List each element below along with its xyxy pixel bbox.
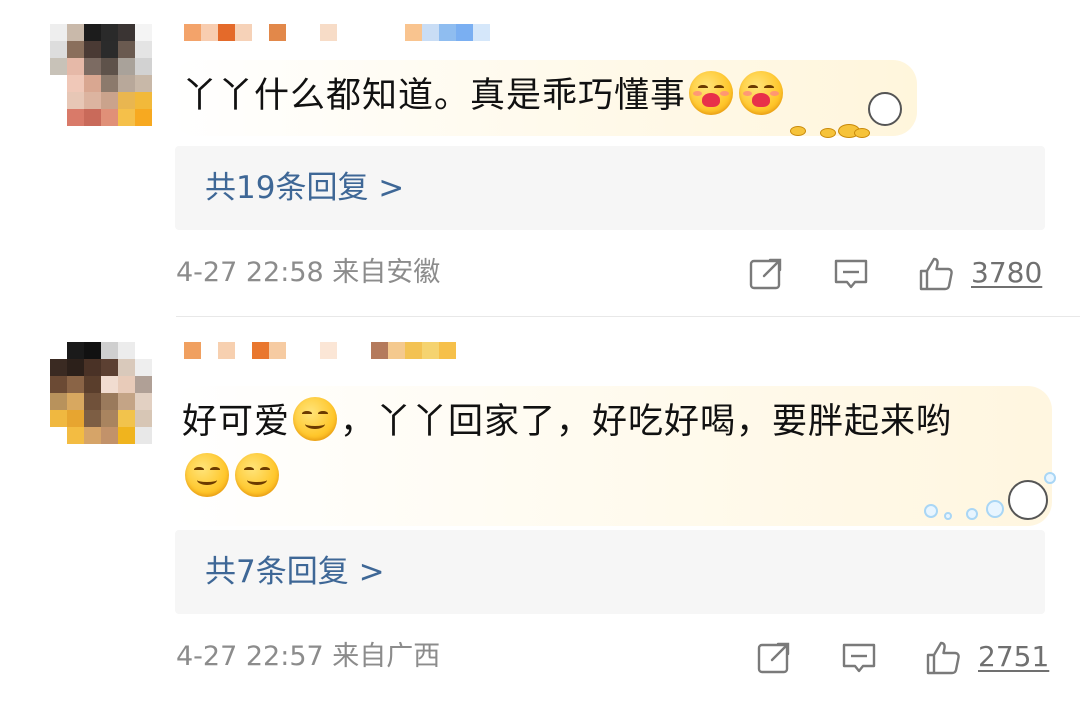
hug-emoji-icon bbox=[739, 71, 784, 115]
smile-emoji-icon bbox=[185, 453, 229, 497]
comment-text-body: 丫丫什么都知道。真是乖巧懂事 bbox=[182, 76, 687, 116]
username[interactable] bbox=[184, 24, 490, 58]
comment-item: 好可爱 ，丫丫回家了，好吃好喝，要胖起来哟 共7条回复 > 4-27 22:57 … bbox=[0, 318, 1080, 701]
hug-emoji-icon bbox=[689, 71, 734, 115]
thumbs-up-icon[interactable] bbox=[918, 256, 954, 292]
replies-label: 共7条回复 > bbox=[205, 554, 385, 590]
smile-emoji-icon bbox=[293, 397, 338, 441]
avatar[interactable] bbox=[50, 24, 152, 126]
replies-link[interactable]: 共19条回复 > bbox=[175, 146, 1045, 230]
thumbs-up-icon[interactable] bbox=[925, 640, 961, 676]
share-icon[interactable] bbox=[748, 256, 784, 292]
comment-item: 丫丫什么都知道。真是乖巧懂事 共19条回复 > 4-27 22:58 来自安徽 … bbox=[0, 0, 1080, 318]
share-icon[interactable] bbox=[756, 640, 792, 676]
comment-icon[interactable] bbox=[833, 256, 869, 292]
smile-emoji-icon bbox=[235, 453, 279, 497]
comment-text: 丫丫什么都知道。真是乖巧懂事 bbox=[182, 68, 786, 124]
username[interactable] bbox=[184, 342, 456, 376]
comment-text-body-continued: ，丫丫回家了，好吃好喝，要胖起来哟 bbox=[340, 402, 953, 442]
avatar[interactable] bbox=[50, 342, 152, 444]
replies-link[interactable]: 共7条回复 > bbox=[175, 530, 1045, 614]
like-count[interactable]: 3780 bbox=[971, 254, 1042, 292]
bubble-decoration-icon bbox=[790, 88, 920, 140]
comment-actions: 2751 bbox=[0, 636, 1080, 680]
replies-label: 共19条回复 > bbox=[205, 170, 405, 206]
comment-text: 好可爱 ，丫丫回家了，好吃好喝，要胖起来哟 bbox=[182, 394, 1032, 506]
comment-actions: 3780 bbox=[0, 252, 1080, 296]
divider bbox=[176, 316, 1080, 317]
comment-icon[interactable] bbox=[841, 640, 877, 676]
like-count[interactable]: 2751 bbox=[978, 638, 1049, 676]
comment-text-body: 好可爱 bbox=[182, 402, 291, 442]
bubble-decoration-icon bbox=[920, 468, 1060, 528]
